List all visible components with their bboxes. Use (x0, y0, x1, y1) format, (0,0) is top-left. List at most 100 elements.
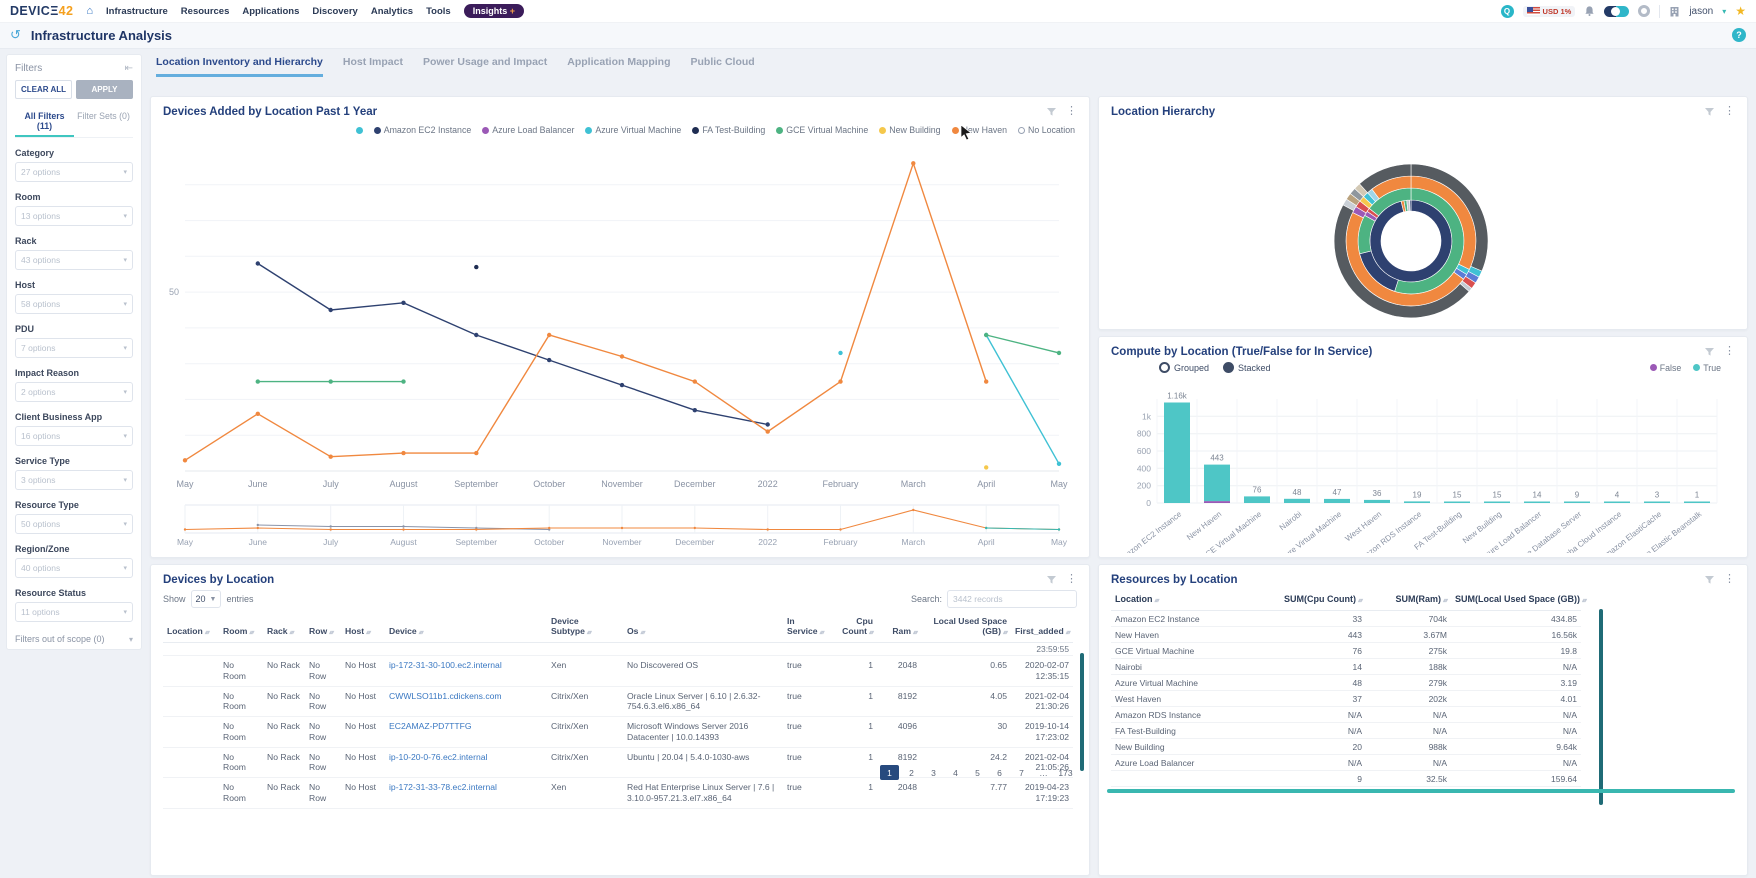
home-icon[interactable]: ⌂ (86, 5, 93, 17)
column-header-cpu-count[interactable]: Cpu Count ▴▾ (831, 614, 877, 643)
filter-funnel-icon[interactable] (1704, 347, 1715, 357)
kebab-menu-icon[interactable]: ⋮ (1066, 106, 1077, 117)
nav-item-infrastructure[interactable]: Infrastructure (106, 6, 168, 17)
nav-item-analytics[interactable]: Analytics (371, 6, 413, 17)
legend-item-amazon-ec2-instance[interactable]: Amazon EC2 Instance (373, 125, 471, 135)
filter-funnel-icon[interactable] (1704, 575, 1715, 585)
legend-item-fa-test-building[interactable]: FA Test-Building (692, 125, 765, 135)
device-link[interactable]: ip-172-31-30-100.ec2.internal (385, 655, 547, 687)
column-header-device[interactable]: Device ▴▾ (385, 614, 547, 643)
column-header-sum-ram-[interactable]: SUM(Ram) ▴▾ (1366, 590, 1451, 611)
settings-icon[interactable] (1638, 5, 1651, 17)
page-…[interactable]: … (1034, 765, 1053, 780)
tab-filter-sets[interactable]: Filter Sets (0) (74, 107, 133, 137)
device-link[interactable]: CWWLSO11b1.cdickens.com (385, 686, 547, 718)
theme-toggle[interactable] (1604, 5, 1630, 17)
sunburst-chart[interactable] (1103, 125, 1743, 327)
page-173[interactable]: 173 (1056, 765, 1075, 780)
legend-item-gce-virtual-machine[interactable]: GCE Virtual Machine (776, 125, 868, 135)
clear-all-button[interactable]: CLEAR ALL (15, 80, 72, 99)
tab-host-impact[interactable]: Host Impact (343, 56, 403, 77)
device42-logo[interactable]: DEVIC Ξ 42 (10, 4, 73, 18)
filter-funnel-icon[interactable] (1046, 575, 1057, 585)
column-header-location[interactable]: Location ▴▾ (1111, 590, 1261, 611)
filter-select[interactable]: 7 options ▾ (15, 338, 133, 358)
chevron-down-icon[interactable]: ▾ (1722, 7, 1726, 16)
insights-button[interactable]: Insights + (463, 4, 525, 18)
page-4[interactable]: 4 (946, 765, 965, 780)
column-header-room[interactable]: Room ▴▾ (219, 614, 263, 643)
vertical-scrollbar[interactable] (1599, 609, 1603, 805)
kebab-menu-icon[interactable]: ⋮ (1724, 106, 1735, 117)
device-link[interactable]: EC2AMAZ-PD7TTFG (385, 716, 547, 748)
radio-stacked[interactable]: Stacked (1223, 362, 1271, 373)
kebab-menu-icon[interactable]: ⋮ (1724, 346, 1735, 357)
column-header-host[interactable]: Host ▴▾ (341, 614, 385, 643)
vertical-scrollbar[interactable] (1080, 653, 1084, 771)
notifications-icon[interactable] (1584, 5, 1595, 17)
tab-power-usage-and-impact[interactable]: Power Usage and Impact (423, 56, 547, 77)
entries-select[interactable]: 20 ▼ (190, 590, 222, 608)
legend-item-true[interactable]: True (1693, 363, 1721, 373)
bar-chart[interactable]: 0 200 400 600 800 1k 1.16k Amazon EC2 Instance 4… (1109, 385, 1739, 553)
radio-grouped[interactable]: Grouped (1159, 362, 1209, 373)
organization-icon[interactable] (1669, 6, 1680, 17)
collapse-sidebar-icon[interactable]: ⇤ (125, 63, 133, 74)
device-link[interactable]: ip-10-20-0-76.ec2.internal (385, 747, 547, 779)
filter-select[interactable]: 40 options ▾ (15, 558, 133, 578)
filter-funnel-icon[interactable] (1704, 107, 1715, 117)
column-header-ram[interactable]: Ram ▴▾ (877, 614, 921, 643)
filter-select[interactable]: 58 options ▾ (15, 294, 133, 314)
filter-select[interactable]: 11 options ▾ (15, 602, 133, 622)
help-button[interactable]: ? (1732, 28, 1746, 42)
column-header-location[interactable]: Location ▴▾ (163, 614, 219, 643)
favorite-star-icon[interactable]: ★ (1735, 5, 1746, 17)
filter-select[interactable]: 50 options ▾ (15, 514, 133, 534)
page-6[interactable]: 6 (990, 765, 1009, 780)
user-menu[interactable]: jason (1689, 6, 1713, 17)
horizontal-scrollbar[interactable] (1107, 789, 1735, 793)
apply-button[interactable]: APPLY (76, 80, 133, 99)
column-header-rack[interactable]: Rack ▴▾ (263, 614, 305, 643)
nav-item-resources[interactable]: Resources (181, 6, 230, 17)
column-header-row[interactable]: Row ▴▾ (305, 614, 341, 643)
column-header-sum-cpu-count-[interactable]: SUM(Cpu Count) ▴▾ (1261, 590, 1366, 611)
chart-navigator[interactable]: May June July August September October Novembe… (159, 503, 1073, 551)
column-header-device-subtype[interactable]: Device Subtype ▴▾ (547, 614, 623, 643)
page-5[interactable]: 5 (968, 765, 987, 780)
tab-location-inventory-and-hierarchy[interactable]: Location Inventory and Hierarchy (156, 56, 323, 77)
history-back-icon[interactable]: ↺ (10, 27, 21, 43)
filter-select[interactable]: 27 options ▾ (15, 162, 133, 182)
filter-select[interactable]: 3 options ▾ (15, 470, 133, 490)
kebab-menu-icon[interactable]: ⋮ (1724, 574, 1735, 585)
nav-item-tools[interactable]: Tools (426, 6, 451, 17)
filter-funnel-icon[interactable] (1046, 107, 1057, 117)
legend-item-false[interactable]: False (1649, 363, 1681, 373)
support-icon[interactable]: Q (1500, 4, 1514, 18)
kebab-menu-icon[interactable]: ⋮ (1066, 574, 1077, 585)
tab-public-cloud[interactable]: Public Cloud (691, 56, 755, 77)
nav-item-discovery[interactable]: Discovery (312, 6, 357, 17)
legend-item-unnamed[interactable] (355, 126, 363, 134)
filters-out-of-scope[interactable]: Filters out of scope (0) ▾ (15, 634, 133, 644)
filter-select[interactable]: 13 options ▾ (15, 206, 133, 226)
page-3[interactable]: 3 (924, 765, 943, 780)
filter-select[interactable]: 43 options ▾ (15, 250, 133, 270)
page-2[interactable]: 2 (902, 765, 921, 780)
legend-item-azure-load-balancer[interactable]: Azure Load Balancer (482, 125, 574, 135)
page-7[interactable]: 7 (1012, 765, 1031, 780)
device-link[interactable]: ip-172-31-33-78.ec2.internal (385, 777, 547, 809)
legend-item-new-haven[interactable]: New Haven (951, 125, 1007, 135)
column-header-first-added[interactable]: First_added ▴▾ (1011, 614, 1073, 643)
tab-all-filters[interactable]: All Filters (11) (15, 107, 74, 137)
column-header-local-used-space-gb-[interactable]: Local Used Space (GB) ▴▾ (921, 614, 1011, 643)
filter-select[interactable]: 16 options ▾ (15, 426, 133, 446)
line-chart[interactable]: 50 May June July August September October Novem… (159, 141, 1073, 505)
page-1[interactable]: 1 (880, 765, 899, 780)
filter-select[interactable]: 2 options ▾ (15, 382, 133, 402)
column-header-sum-local-used-space-gb-[interactable]: SUM(Local Used Space (GB)) ▴▾ (1451, 590, 1587, 611)
nav-item-applications[interactable]: Applications (242, 6, 299, 17)
legend-item-no-location[interactable]: No Location (1018, 125, 1075, 135)
legend-item-new-building[interactable]: New Building (879, 125, 941, 135)
tab-application-mapping[interactable]: Application Mapping (567, 56, 670, 77)
